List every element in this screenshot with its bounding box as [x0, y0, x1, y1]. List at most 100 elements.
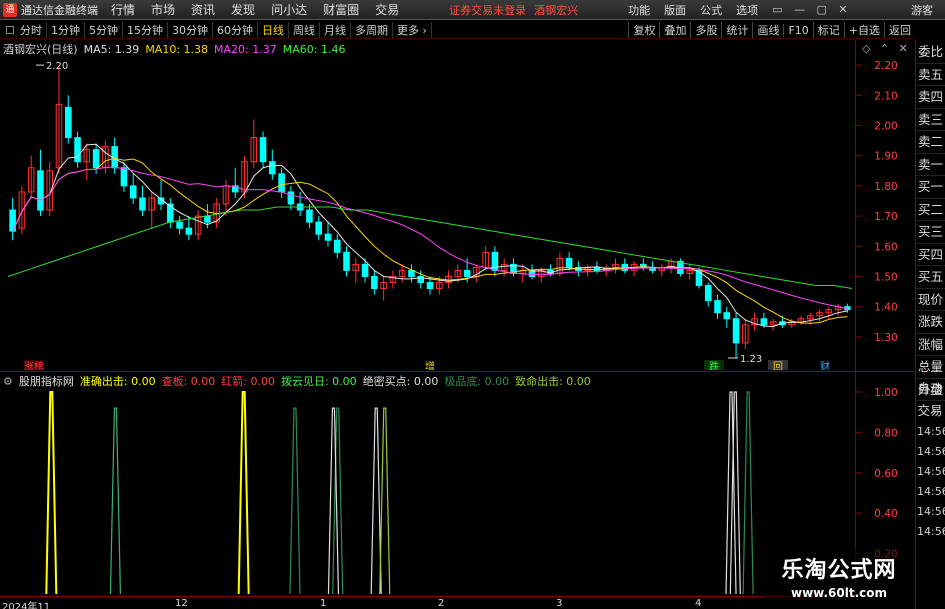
- overlay-button[interactable]: 叠加: [659, 22, 690, 38]
- candle-body: [306, 209, 313, 223]
- candle-body: [324, 233, 332, 241]
- menu-trade[interactable]: 交易: [375, 1, 399, 18]
- candle-body: [139, 197, 146, 211]
- multi-stock-button[interactable]: 多股: [690, 22, 721, 38]
- app-logo-icon: 通: [3, 2, 17, 17]
- side-item[interactable]: 卖四: [916, 86, 945, 109]
- ma5-label: MA5: 1.39: [83, 42, 140, 56]
- side-item[interactable]: 买一: [916, 176, 945, 199]
- menu-ask[interactable]: 问小达: [271, 1, 307, 18]
- f10-button[interactable]: F10: [783, 23, 812, 37]
- period-30min[interactable]: 30分钟: [168, 21, 213, 38]
- period-monthly[interactable]: 月线: [320, 21, 351, 38]
- marker-back: 回: [773, 361, 783, 370]
- signal-spike: [289, 407, 301, 594]
- menu-discover[interactable]: 发现: [231, 1, 255, 18]
- period-1min[interactable]: 1分钟: [47, 21, 85, 38]
- period-5min[interactable]: 5分钟: [85, 21, 123, 38]
- watermark-url: www.60lt.com: [790, 586, 888, 600]
- period-60min[interactable]: 60分钟: [213, 21, 258, 38]
- adjust-button[interactable]: 复权: [628, 22, 659, 38]
- signal-spike: [237, 391, 250, 594]
- window-controls[interactable]: ▭ — ▢ ✕: [772, 3, 852, 16]
- guest-label[interactable]: 游客: [911, 2, 933, 18]
- candle-body: [185, 227, 193, 235]
- signal-spike: [109, 407, 122, 594]
- add-watchlist-button[interactable]: +自选: [843, 22, 884, 38]
- marker-limit-up: 涨榜: [24, 360, 44, 370]
- candle-body: [714, 300, 721, 314]
- back-button[interactable]: 返回: [884, 22, 915, 38]
- trade-label[interactable]: 交易: [915, 400, 945, 422]
- period-more[interactable]: 更多 ›: [393, 21, 432, 38]
- tick-time: 14:56: [917, 465, 945, 478]
- side-item[interactable]: 买五: [916, 266, 945, 289]
- side-item[interactable]: 卖一: [916, 154, 945, 176]
- side-item[interactable]: 委比: [916, 41, 945, 64]
- side-item[interactable]: 买三: [916, 221, 945, 244]
- candle-body: [704, 285, 712, 302]
- chart-title: 酒钢宏兴(日线): [3, 43, 78, 56]
- candle-body: [287, 191, 295, 205]
- side-item[interactable]: 买四: [916, 244, 945, 266]
- watermark-title: 乐淘公式网: [781, 558, 897, 583]
- candle-body: [269, 161, 276, 175]
- period-multi[interactable]: 多周期: [351, 21, 393, 38]
- menu-layout[interactable]: 版面: [664, 2, 686, 18]
- login-warning[interactable]: 证券交易未登录: [449, 2, 526, 18]
- side-item[interactable]: 总量: [916, 356, 945, 379]
- marker-drop: 跌: [709, 360, 719, 370]
- period-15min[interactable]: 15分钟: [123, 21, 168, 38]
- candle-body: [732, 318, 740, 344]
- signal-spike: [742, 391, 754, 594]
- menu-wealth[interactable]: 财富圈: [323, 1, 359, 18]
- layout-toggle-icon[interactable]: [6, 25, 14, 34]
- stock-name-title: 酒钢宏兴: [534, 3, 579, 17]
- side-item[interactable]: 涨跌: [916, 311, 945, 334]
- menu-quotes[interactable]: 行情: [111, 1, 135, 18]
- main-chart-info: 酒钢宏兴(日线) MA5: 1.39 MA10: 1.38 MA20: 1.37…: [3, 42, 346, 57]
- candle-body: [426, 282, 434, 290]
- signal-spike: [370, 407, 382, 594]
- pane-divider[interactable]: [0, 371, 915, 372]
- period-daily[interactable]: 日线: [258, 21, 289, 38]
- stats-button[interactable]: 统计: [721, 22, 752, 38]
- candle-body: [361, 263, 369, 277]
- menu-news[interactable]: 资讯: [191, 1, 215, 18]
- tick-time: 14:56: [917, 425, 945, 438]
- side-item[interactable]: 涨幅: [916, 334, 945, 356]
- ma60-label: MA60: 1.46: [282, 42, 346, 56]
- candle-body: [463, 269, 471, 277]
- period-intraday[interactable]: 分时: [16, 21, 47, 38]
- candle-body: [92, 149, 100, 169]
- date-axis: 2024年11 12 1 2 3 4: [0, 596, 855, 609]
- candle-body: [371, 275, 378, 290]
- menu-market[interactable]: 市场: [151, 1, 175, 18]
- y-axis-area: [855, 40, 915, 595]
- menu-options[interactable]: 选项: [736, 2, 758, 18]
- candle-body: [74, 137, 81, 163]
- candle-body: [760, 318, 768, 326]
- auto-trade-label[interactable]: 自动: [915, 378, 945, 400]
- period-weekly[interactable]: 周线: [289, 21, 320, 38]
- menu-formula[interactable]: 公式: [700, 2, 722, 18]
- date-tick: 2024年11: [2, 602, 51, 609]
- side-item[interactable]: 现价: [916, 289, 945, 311]
- side-item[interactable]: 卖五: [916, 64, 945, 86]
- high-price-label: 2.20: [46, 61, 68, 72]
- candle-body: [37, 170, 44, 211]
- candle-body: [343, 251, 350, 271]
- candle-body: [278, 173, 285, 193]
- period-toolbar: 分时 1分钟 5分钟 15分钟 30分钟 60分钟 日线 周线 月线 多周期 更…: [0, 21, 915, 39]
- side-item[interactable]: 买二: [916, 199, 945, 221]
- mark-button[interactable]: 标记: [812, 22, 844, 38]
- candle-body: [129, 185, 137, 199]
- kline-chart[interactable]: 2.202.102.001.901.801.701.601.501.401.30…: [0, 40, 915, 370]
- side-item[interactable]: 卖三: [916, 109, 945, 131]
- menu-function[interactable]: 功能: [628, 2, 650, 18]
- candle-body: [408, 269, 415, 277]
- draw-line-button[interactable]: 画线: [752, 22, 783, 38]
- candle-body: [65, 106, 72, 139]
- side-item[interactable]: 卖二: [916, 131, 945, 154]
- tick-time: 14:56: [917, 485, 945, 498]
